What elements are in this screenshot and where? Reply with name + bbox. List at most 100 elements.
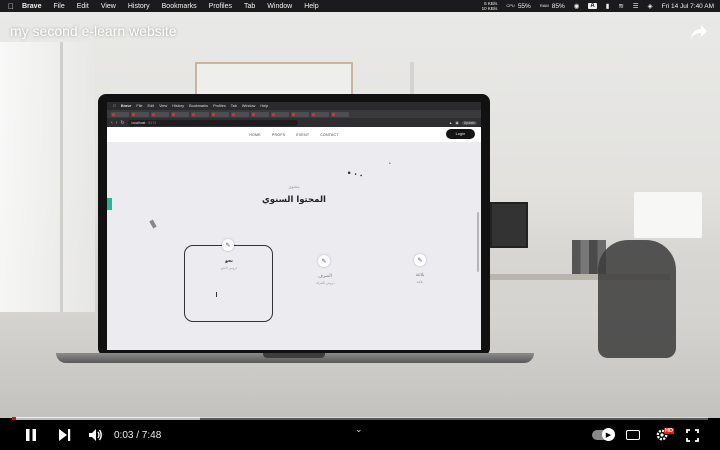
- inner-tab: [131, 111, 149, 117]
- inner-toolbar-right: ▲ ▣ Update: [448, 120, 477, 125]
- text-cursor: [216, 292, 217, 297]
- tab-favicon-icon: [232, 112, 235, 116]
- inner-tab: [111, 111, 129, 117]
- screen-record-icon[interactable]: ◉: [574, 2, 580, 10]
- menu-help[interactable]: Help: [304, 3, 318, 10]
- inner-menu-bar:  Brave File Edit View History Bookmarks…: [107, 102, 481, 110]
- inner-menu-tab: Tab: [227, 104, 237, 108]
- background-monitor: [490, 202, 528, 248]
- decorative-dots: ● • •: [346, 170, 364, 180]
- video-player[interactable]: my second e-learn website  Brave File E…: [0, 12, 720, 418]
- background-lamp: [634, 192, 702, 238]
- subtitles-icon[interactable]: [626, 430, 640, 440]
- control-center-icon[interactable]: ☰: [633, 2, 639, 10]
- inner-menu-file: File: [133, 104, 142, 108]
- book-icon: ✎: [222, 239, 234, 251]
- site-nav-home: HOME: [249, 132, 261, 137]
- inner-tab: [331, 111, 349, 117]
- inner-menu-bookmarks: Bookmarks: [186, 104, 208, 108]
- inner-tab: [191, 111, 209, 117]
- site-nav-event: EVENT: [296, 132, 310, 137]
- card-title-sarf: الصرف: [318, 274, 332, 279]
- inner-apple-icon: : [113, 104, 116, 108]
- player-controls: 0:03 / 7:48 ⌄ ▶ HD: [0, 420, 720, 450]
- inner-url-port: :5173: [147, 120, 157, 125]
- menu-bookmarks[interactable]: Bookmarks: [162, 3, 197, 10]
- inner-tab: [171, 111, 189, 117]
- ram-label: RAM: [539, 3, 549, 8]
- site-nav-profs: PROFS: [271, 132, 286, 137]
- inner-scrollbar: [477, 212, 479, 272]
- time-display: 0:03 / 7:48: [114, 430, 162, 441]
- inner-tab-strip: [107, 110, 481, 118]
- inner-menu-profiles: Profiles: [210, 104, 226, 108]
- card-subtitle-balagha: بلاغة: [416, 280, 424, 284]
- net-down: 10 KB/s: [481, 6, 498, 11]
- office-chair: [598, 240, 676, 358]
- chevron-down-icon[interactable]: ⌄: [355, 424, 363, 435]
- menu-history[interactable]: History: [128, 3, 150, 10]
- tab-favicon-icon: [192, 112, 195, 116]
- inner-extension-icon: ▣: [455, 120, 459, 125]
- course-card-active: [184, 245, 273, 322]
- menu-edit[interactable]: Edit: [77, 3, 89, 10]
- decorative-mark: •: [389, 161, 391, 167]
- menu-app-name[interactable]: Brave: [22, 3, 41, 10]
- laptop-notch: [263, 353, 325, 358]
- wifi-icon[interactable]: ≋: [618, 2, 623, 10]
- tab-favicon-icon: [152, 112, 155, 116]
- menu-profiles[interactable]: Profiles: [209, 3, 232, 10]
- card-subtitle-nahw: دروس النحو: [221, 266, 237, 270]
- menu-view[interactable]: View: [101, 3, 116, 10]
- inner-tab: [251, 111, 269, 117]
- share-icon[interactable]: [690, 24, 708, 40]
- menu-file[interactable]: File: [53, 3, 64, 10]
- inner-app-name: Brave: [118, 104, 132, 108]
- inner-tab: [211, 111, 229, 117]
- tab-favicon-icon: [312, 112, 315, 116]
- next-icon[interactable]: [58, 429, 71, 441]
- inner-tab: [311, 111, 329, 117]
- menubar-clock[interactable]: Fri 14 Jul 7:40 AM: [662, 3, 714, 10]
- volume-icon[interactable]: [88, 428, 103, 442]
- inner-menu-window: Window: [239, 104, 256, 108]
- cpu-meter[interactable]: CPU 55%: [506, 3, 530, 10]
- ram-meter[interactable]: RAM 85%: [540, 3, 565, 10]
- book-icon: ✎: [414, 254, 426, 266]
- inner-url-bar: ‹ › ↻ localhost:5173 ▲ ▣ Update: [107, 118, 481, 127]
- input-source-indicator[interactable]: A: [588, 3, 597, 9]
- ram-value: 85%: [551, 2, 565, 10]
- card-subtitle-sarf: دروس الصرف: [315, 281, 335, 285]
- card-title-nahw: نحو: [225, 259, 233, 264]
- hd-badge: HD: [664, 428, 674, 434]
- site-nav-contact: CONTACT: [320, 132, 339, 137]
- site-navbar: HOME PROFS EVENT CONTACT Login: [107, 127, 481, 142]
- fullscreen-icon[interactable]: [686, 429, 699, 442]
- inner-menu-view: View: [156, 104, 167, 108]
- network-speed[interactable]: 6 KB/s 10 KB/s: [482, 1, 498, 11]
- inner-shield-icon: ▲: [448, 120, 453, 125]
- inner-tab: [151, 111, 169, 117]
- tab-favicon-icon: [332, 112, 335, 116]
- autoplay-play-icon[interactable]: ▶: [602, 428, 615, 441]
- section-subtitle: محتوى: [288, 184, 300, 189]
- battery-icon[interactable]: ▮: [606, 2, 610, 10]
- inner-tab: [271, 111, 289, 117]
- cpu-value: 55%: [517, 2, 531, 10]
- tab-favicon-icon: [132, 112, 135, 116]
- tab-favicon-icon: [212, 112, 215, 116]
- inner-tab: [231, 111, 249, 117]
- book-icon: ✎: [318, 255, 330, 267]
- inner-menu-edit: Edit: [144, 104, 155, 108]
- menu-tab[interactable]: Tab: [244, 3, 255, 10]
- menu-window[interactable]: Window: [267, 3, 292, 10]
- site-login-button: Login: [446, 129, 475, 139]
- inner-menu-help: Help: [257, 104, 268, 108]
- inner-reload-icon: ↻: [120, 119, 125, 126]
- decorative-pencil-icon: [149, 219, 157, 229]
- pause-icon[interactable]: [24, 428, 38, 442]
- video-title[interactable]: my second e-learn website: [10, 23, 177, 39]
- siri-icon[interactable]: ◈: [648, 2, 653, 10]
- tab-favicon-icon: [272, 112, 275, 116]
- apple-icon[interactable]: : [0, 2, 22, 11]
